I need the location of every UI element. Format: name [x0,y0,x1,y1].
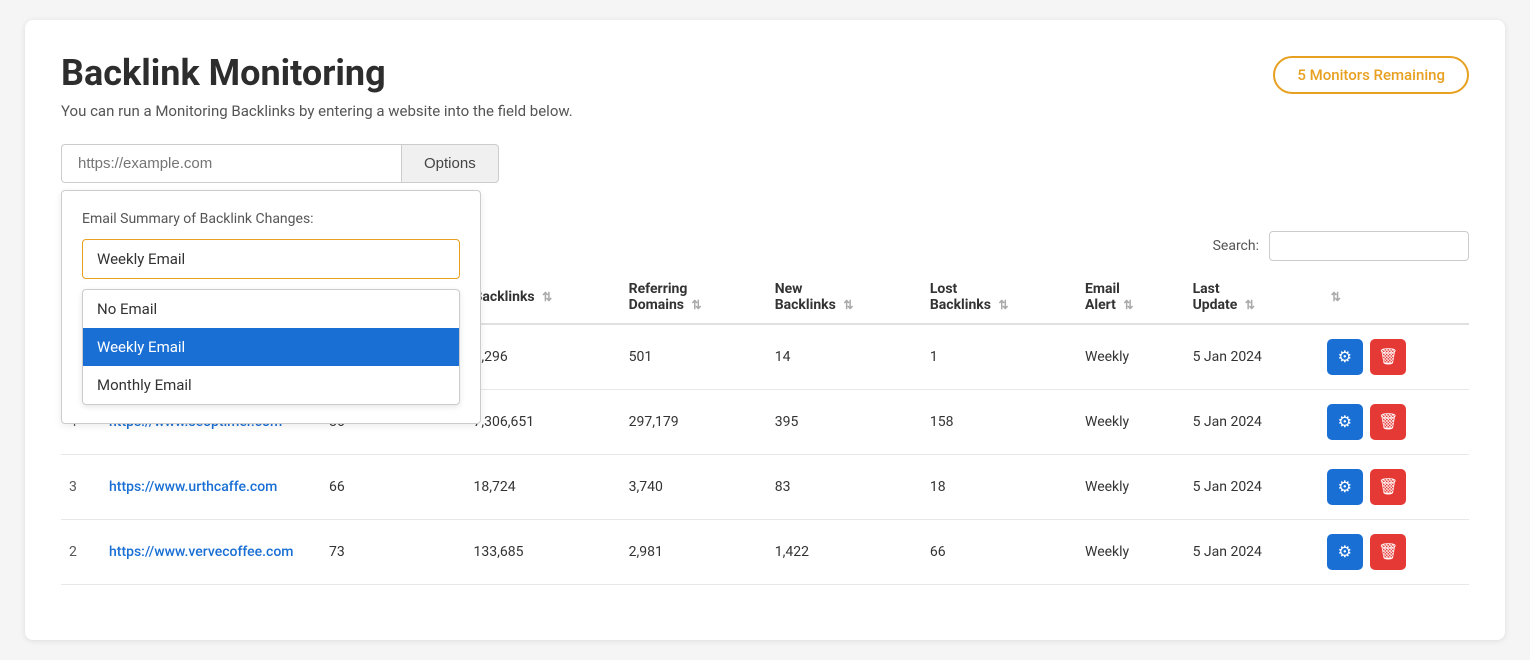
delete-button[interactable]: 🗑 [1370,469,1406,505]
option-monthly-email[interactable]: Monthly Email [83,366,459,404]
row-email-alert: Weekly [1077,324,1185,390]
subtitle: You can run a Monitoring Backlinks by en… [61,102,1469,120]
row-url[interactable]: https://www.urthcaffe.com [101,455,321,520]
sort-referring-icon: ⇅ [691,298,701,312]
row-last-update: 5 Jan 2024 [1185,455,1319,520]
sort-new-backlinks-icon: ⇅ [843,298,853,312]
row-new-backlinks: 1,422 [767,520,922,585]
col-last-update[interactable]: LastUpdate ⇅ [1185,271,1319,324]
settings-button[interactable]: ⚙ [1327,534,1363,570]
settings-button[interactable]: ⚙ [1327,469,1363,505]
delete-button[interactable]: 🗑 [1370,534,1406,570]
row-backlinks: 133,685 [465,520,620,585]
row-last-update: 5 Jan 2024 [1185,390,1319,455]
table-row: 2https://www.vervecoffee.com73133,6852,9… [61,520,1469,585]
row-number: 3 [61,455,101,520]
row-email-alert: Weekly [1077,390,1185,455]
row-lost-backlinks: 18 [922,455,1077,520]
row-email-alert: Weekly [1077,520,1185,585]
sort-lost-backlinks-icon: ⇅ [998,298,1008,312]
row-new-backlinks: 395 [767,390,922,455]
row-url[interactable]: https://www.vervecoffee.com [101,520,321,585]
delete-button[interactable]: 🗑 [1370,404,1406,440]
url-input[interactable] [61,144,401,183]
row-email-alert: Weekly [1077,455,1185,520]
search-label: Search: [1213,238,1259,254]
option-weekly-email[interactable]: Weekly Email [83,328,459,366]
email-select-display[interactable]: Weekly Email [82,239,460,279]
row-lost-backlinks: 1 [922,324,1077,390]
row-referring-domains: 501 [621,324,767,390]
row-domain-strength: 73 [321,520,465,585]
sort-last-update-icon: ⇅ [1245,298,1255,312]
input-row: Options [61,144,1469,183]
monitors-remaining-badge: 5 Monitors Remaining [1273,56,1469,94]
row-actions: ⚙ 🗑 [1319,324,1469,390]
row-last-update: 5 Jan 2024 [1185,520,1319,585]
sort-backlinks-icon: ⇅ [542,290,552,304]
col-email-alert[interactable]: EmailAlert ⇅ [1077,271,1185,324]
search-input[interactable] [1269,231,1469,261]
options-tab[interactable]: Options [401,144,499,183]
row-lost-backlinks: 66 [922,520,1077,585]
row-actions: ⚙ 🗑 [1319,455,1469,520]
row-referring-domains: 2,981 [621,520,767,585]
settings-button[interactable]: ⚙ [1327,339,1363,375]
option-no-email[interactable]: No Email [83,290,459,328]
col-backlinks[interactable]: Backlinks ⇅ [465,271,620,324]
input-area: Options Email Summary of Backlink Change… [61,144,1469,183]
row-actions: ⚙ 🗑 [1319,520,1469,585]
row-number: 2 [61,520,101,585]
page-title: Backlink Monitoring [61,52,386,94]
row-backlinks: 18,724 [465,455,620,520]
col-actions: ⇅ [1319,271,1469,324]
sort-actions-icon: ⇅ [1331,290,1341,304]
row-lost-backlinks: 158 [922,390,1077,455]
row-last-update: 5 Jan 2024 [1185,324,1319,390]
row-actions: ⚙ 🗑 [1319,390,1469,455]
header-row: Backlink Monitoring 5 Monitors Remaining [61,52,1469,94]
row-referring-domains: 297,179 [621,390,767,455]
settings-button[interactable]: ⚙ [1327,404,1363,440]
row-new-backlinks: 83 [767,455,922,520]
main-card: Backlink Monitoring 5 Monitors Remaining… [25,20,1505,640]
row-new-backlinks: 14 [767,324,922,390]
col-new-backlinks[interactable]: NewBacklinks ⇅ [767,271,922,324]
col-lost-backlinks[interactable]: LostBacklinks ⇅ [922,271,1077,324]
row-domain-strength: 66 [321,455,465,520]
delete-button[interactable]: 🗑 [1370,339,1406,375]
select-wrapper: Weekly Email [82,239,460,279]
dropdown-label: Email Summary of Backlink Changes: [82,211,460,227]
row-referring-domains: 3,740 [621,455,767,520]
row-backlinks: 3,296 [465,324,620,390]
col-referring-domains[interactable]: ReferringDomains ⇅ [621,271,767,324]
row-backlinks: 7,306,651 [465,390,620,455]
table-row: 3https://www.urthcaffe.com6618,7243,7408… [61,455,1469,520]
dropdown-options: No Email Weekly Email Monthly Email [82,289,460,405]
sort-email-alert-icon: ⇅ [1123,298,1133,312]
dropdown-panel: Email Summary of Backlink Changes: Weekl… [61,190,481,424]
